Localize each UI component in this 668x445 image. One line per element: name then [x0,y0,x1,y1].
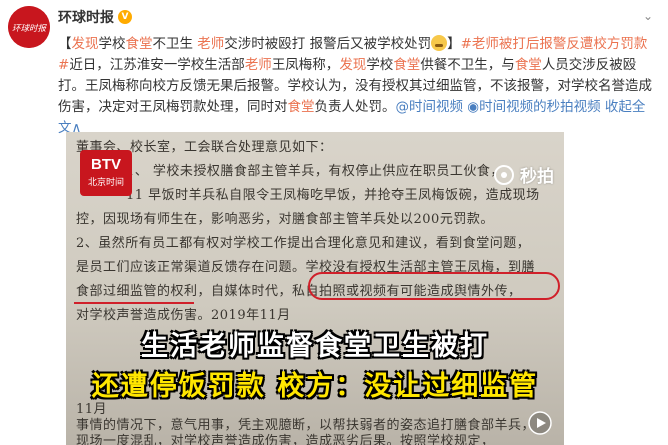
btv-logo: BTV 北京时间 [80,150,132,196]
miaopai-watermark: 秒拍 [494,162,554,187]
video-link-icon: ◉ [467,99,480,115]
avatar-logo-icon: 环球时报 [8,6,50,48]
doc-line: 现场一度混乱，对学校声誉造成伤害，造成恶劣后果。按照学校规定， [76,434,495,445]
red-highlight-oval [308,272,560,300]
chevron-down-icon[interactable]: ⌄ [638,6,658,26]
sweat-emoji-icon [431,35,448,51]
username[interactable]: 环球时报 [58,7,114,27]
doc-line: 对学校声誉造成伤害。2019年11月 [76,308,291,323]
doc-line: 2、虽然所有员工都有权对学校工作提出合理化意见和建议，看到食堂问题， [76,236,531,251]
video-player[interactable]: 董事会、校长室，工会联合处理意见如下： 1、 学校未授权膳食部主管羊兵，有权停止… [66,132,564,445]
mention-link[interactable]: @时间视频 [396,99,464,115]
post-text: 【发现学校食堂不卫生 老师交涉时被殴打 报警后又被学校处罚 】#老师被打后报警反遭… [58,35,652,136]
username-row: 环球时报 V [58,7,132,27]
doc-line: 控，因现场有师生在，影响恶劣，对膳食部主管羊兵处以200元罚款。 [76,212,494,227]
svg-text:环球时报: 环球时报 [12,23,48,34]
red-underline [74,302,194,304]
play-icon[interactable] [528,411,552,435]
doc-line: 1、 学校未授权膳食部主管羊兵，有权停止供应在职员工伙食， [126,164,504,179]
video-link[interactable]: 时间视频的秒拍视频 [479,99,601,115]
miaopai-logo-icon [494,164,514,185]
doc-line: 11 早饭时羊兵私自限令王凤梅吃早饭，并抢夺王凤梅饭碗，造成现场 [126,188,540,203]
caption-line-1: 生活老师监督食堂卫生被打 [141,331,489,362]
verified-badge-icon: V [118,10,132,24]
avatar[interactable]: 环球时报 [8,6,50,48]
caption-line-2: 还遭停饭罚款 校方：没让过细监管 [91,371,539,402]
